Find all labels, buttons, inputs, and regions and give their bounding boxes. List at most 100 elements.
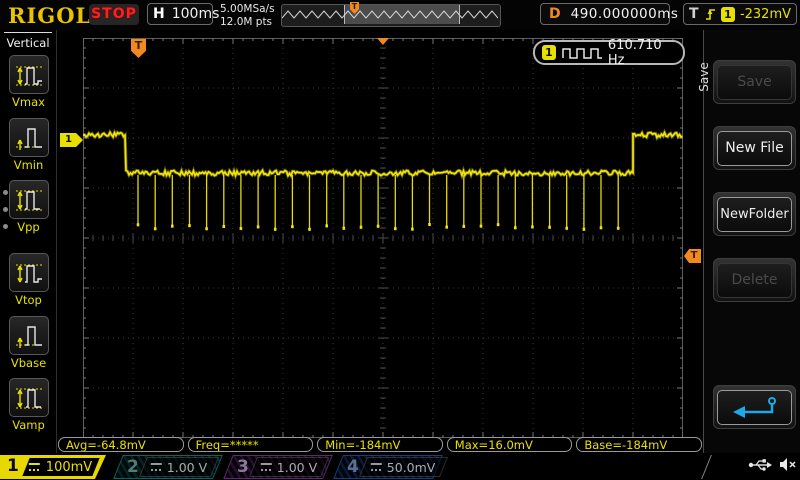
vmin-icon — [12, 122, 46, 154]
dc-coupling-icon — [151, 463, 162, 472]
dc-coupling-icon — [29, 463, 40, 472]
channel-1-number: 1 — [7, 456, 19, 476]
vmax-button[interactable] — [9, 55, 49, 94]
vpp-icon — [12, 184, 46, 216]
channel-1-status[interactable]: 1 100mV — [0, 455, 106, 479]
vmin-label: Vmin — [0, 158, 57, 172]
new-folder-button-label: NewFolder — [717, 197, 792, 232]
sidebar-item-vamp[interactable]: Vamp — [0, 378, 57, 432]
speaker-muted-icon — [779, 457, 797, 472]
frequency-value: 610.710 Hz — [608, 38, 676, 68]
horizontal-timebase-box: H 100ms — [147, 3, 213, 25]
new-folder-button[interactable]: NewFolder — [713, 192, 796, 236]
sidebar-item-vpp[interactable]: Vpp — [0, 180, 57, 234]
sidebar-item-vmin[interactable]: Vmin — [0, 118, 57, 172]
sample-rate-readout: 5.00MSa/s 12.0M pts — [220, 3, 275, 28]
channel-2-number: 2 — [127, 457, 139, 477]
measure-category-title: Vertical — [4, 32, 52, 50]
status-divider — [701, 455, 712, 479]
trigger-box: T 1 -232mV — [683, 3, 797, 25]
measurement-freq: Freq=***** — [188, 437, 314, 452]
h-label: H — [153, 6, 165, 22]
new-file-button[interactable]: New File — [713, 126, 796, 170]
trigger-level-value: -232mV — [740, 7, 791, 22]
channel-2-status[interactable]: 2 1.00 V — [113, 455, 223, 479]
usb-icon — [748, 457, 772, 472]
channel-4-scale: 50.0mV — [387, 460, 436, 475]
vmin-button[interactable] — [9, 118, 49, 157]
save-button-label: Save — [717, 65, 792, 100]
save-button[interactable]: Save — [713, 60, 796, 104]
softkey-menu-panel: Save Save New File NewFolder Delete — [703, 30, 800, 453]
preview-waveform-icon — [282, 5, 498, 24]
delay-box: D 490.000000ms — [540, 3, 670, 25]
measure-sidebar: Vertical Vmax Vmin — [0, 30, 57, 453]
measurement-min: Min=-184mV — [317, 437, 443, 452]
channel-3-number: 3 — [237, 457, 249, 477]
sidebar-item-vtop[interactable]: Vtop — [0, 253, 57, 307]
page-dot — [3, 207, 8, 212]
channel-3-status[interactable]: 3 1.00 V — [223, 455, 333, 479]
channel-1-scale-box: 100mV — [22, 458, 99, 476]
dc-coupling-icon — [261, 463, 272, 472]
measurement-results-bar: Avg=-64.8mV Freq=***** Min=-184mV Max=16… — [58, 437, 702, 452]
run-state-badge: STOP — [89, 4, 139, 25]
channel-1-scale: 100mV — [46, 460, 92, 475]
vamp-icon — [12, 382, 46, 414]
delete-button[interactable]: Delete — [713, 258, 796, 302]
delay-value: 490.000000ms — [571, 6, 679, 22]
rigol-logo: RIGOL — [8, 3, 91, 28]
channel-4-status[interactable]: 4 50.0mV — [333, 455, 443, 479]
vtop-label: Vtop — [0, 293, 57, 307]
vamp-label: Vamp — [0, 418, 57, 432]
horizontal-center-icon — [377, 38, 389, 45]
menu-tab-save: Save — [697, 51, 711, 103]
back-button-face — [717, 390, 792, 425]
measurement-avg: Avg=-64.8mV — [58, 437, 184, 452]
channel-status-bar: 1 100mV 2 1.00 V 3 — [0, 453, 800, 480]
vamp-button[interactable] — [9, 378, 49, 417]
menu-page-dots — [3, 190, 8, 229]
sidebar-item-vbase[interactable]: Vbase — [0, 316, 57, 370]
measurement-max: Max=16.0mV — [447, 437, 573, 452]
vtop-button[interactable] — [9, 253, 49, 292]
channel-2-scale: 1.00 V — [167, 460, 207, 475]
channel1-ground-marker[interactable]: 1 — [60, 133, 83, 147]
trigger-label: T — [689, 6, 699, 22]
new-file-button-label: New File — [717, 131, 792, 166]
timebase-value: 100ms — [172, 6, 220, 22]
header-bar: RIGOL STOP H 100ms 5.00MSa/s 12.0M pts T… — [0, 0, 800, 30]
vbase-button[interactable] — [9, 316, 49, 355]
delete-button-label: Delete — [717, 263, 792, 298]
waveform-preview-bar: T — [281, 4, 501, 27]
vtop-icon — [12, 257, 46, 289]
trigger-level-icon[interactable]: T — [684, 249, 701, 263]
vpp-button[interactable] — [9, 180, 49, 219]
graticule — [83, 38, 683, 438]
trigger-source-badge: 1 — [721, 7, 735, 22]
back-button[interactable] — [713, 385, 796, 429]
system-status-icons — [748, 457, 797, 472]
sidebar-item-vmax[interactable]: Vmax — [0, 55, 57, 109]
channel-4-number: 4 — [347, 457, 359, 477]
channel-3-scale: 1.00 V — [277, 460, 317, 475]
vmax-icon — [12, 59, 46, 91]
measurement-base: Base=-184mV — [576, 437, 702, 452]
oscilloscope-screen: RIGOL STOP H 100ms 5.00MSa/s 12.0M pts T… — [0, 0, 800, 480]
rising-edge-icon — [704, 6, 716, 22]
freq-counter-channel-badge: 1 — [542, 45, 556, 60]
memory-depth: 12.0M pts — [220, 16, 275, 29]
frequency-counter: 1 610.710 Hz — [533, 40, 685, 65]
return-arrow-icon — [726, 394, 784, 420]
square-wave-icon — [562, 46, 602, 60]
page-dot — [3, 190, 8, 195]
vbase-icon — [12, 320, 46, 352]
dc-coupling-icon — [371, 463, 382, 472]
vmax-label: Vmax — [0, 95, 57, 109]
vbase-label: Vbase — [0, 356, 57, 370]
page-dot — [3, 224, 8, 229]
sample-rate: 5.00MSa/s — [220, 3, 275, 16]
delay-label: D — [549, 6, 561, 22]
waveform-display: 1 T T 1 610.710 Hz Avg=-64.8mV Freq=****… — [57, 30, 703, 453]
vpp-label: Vpp — [0, 220, 57, 234]
